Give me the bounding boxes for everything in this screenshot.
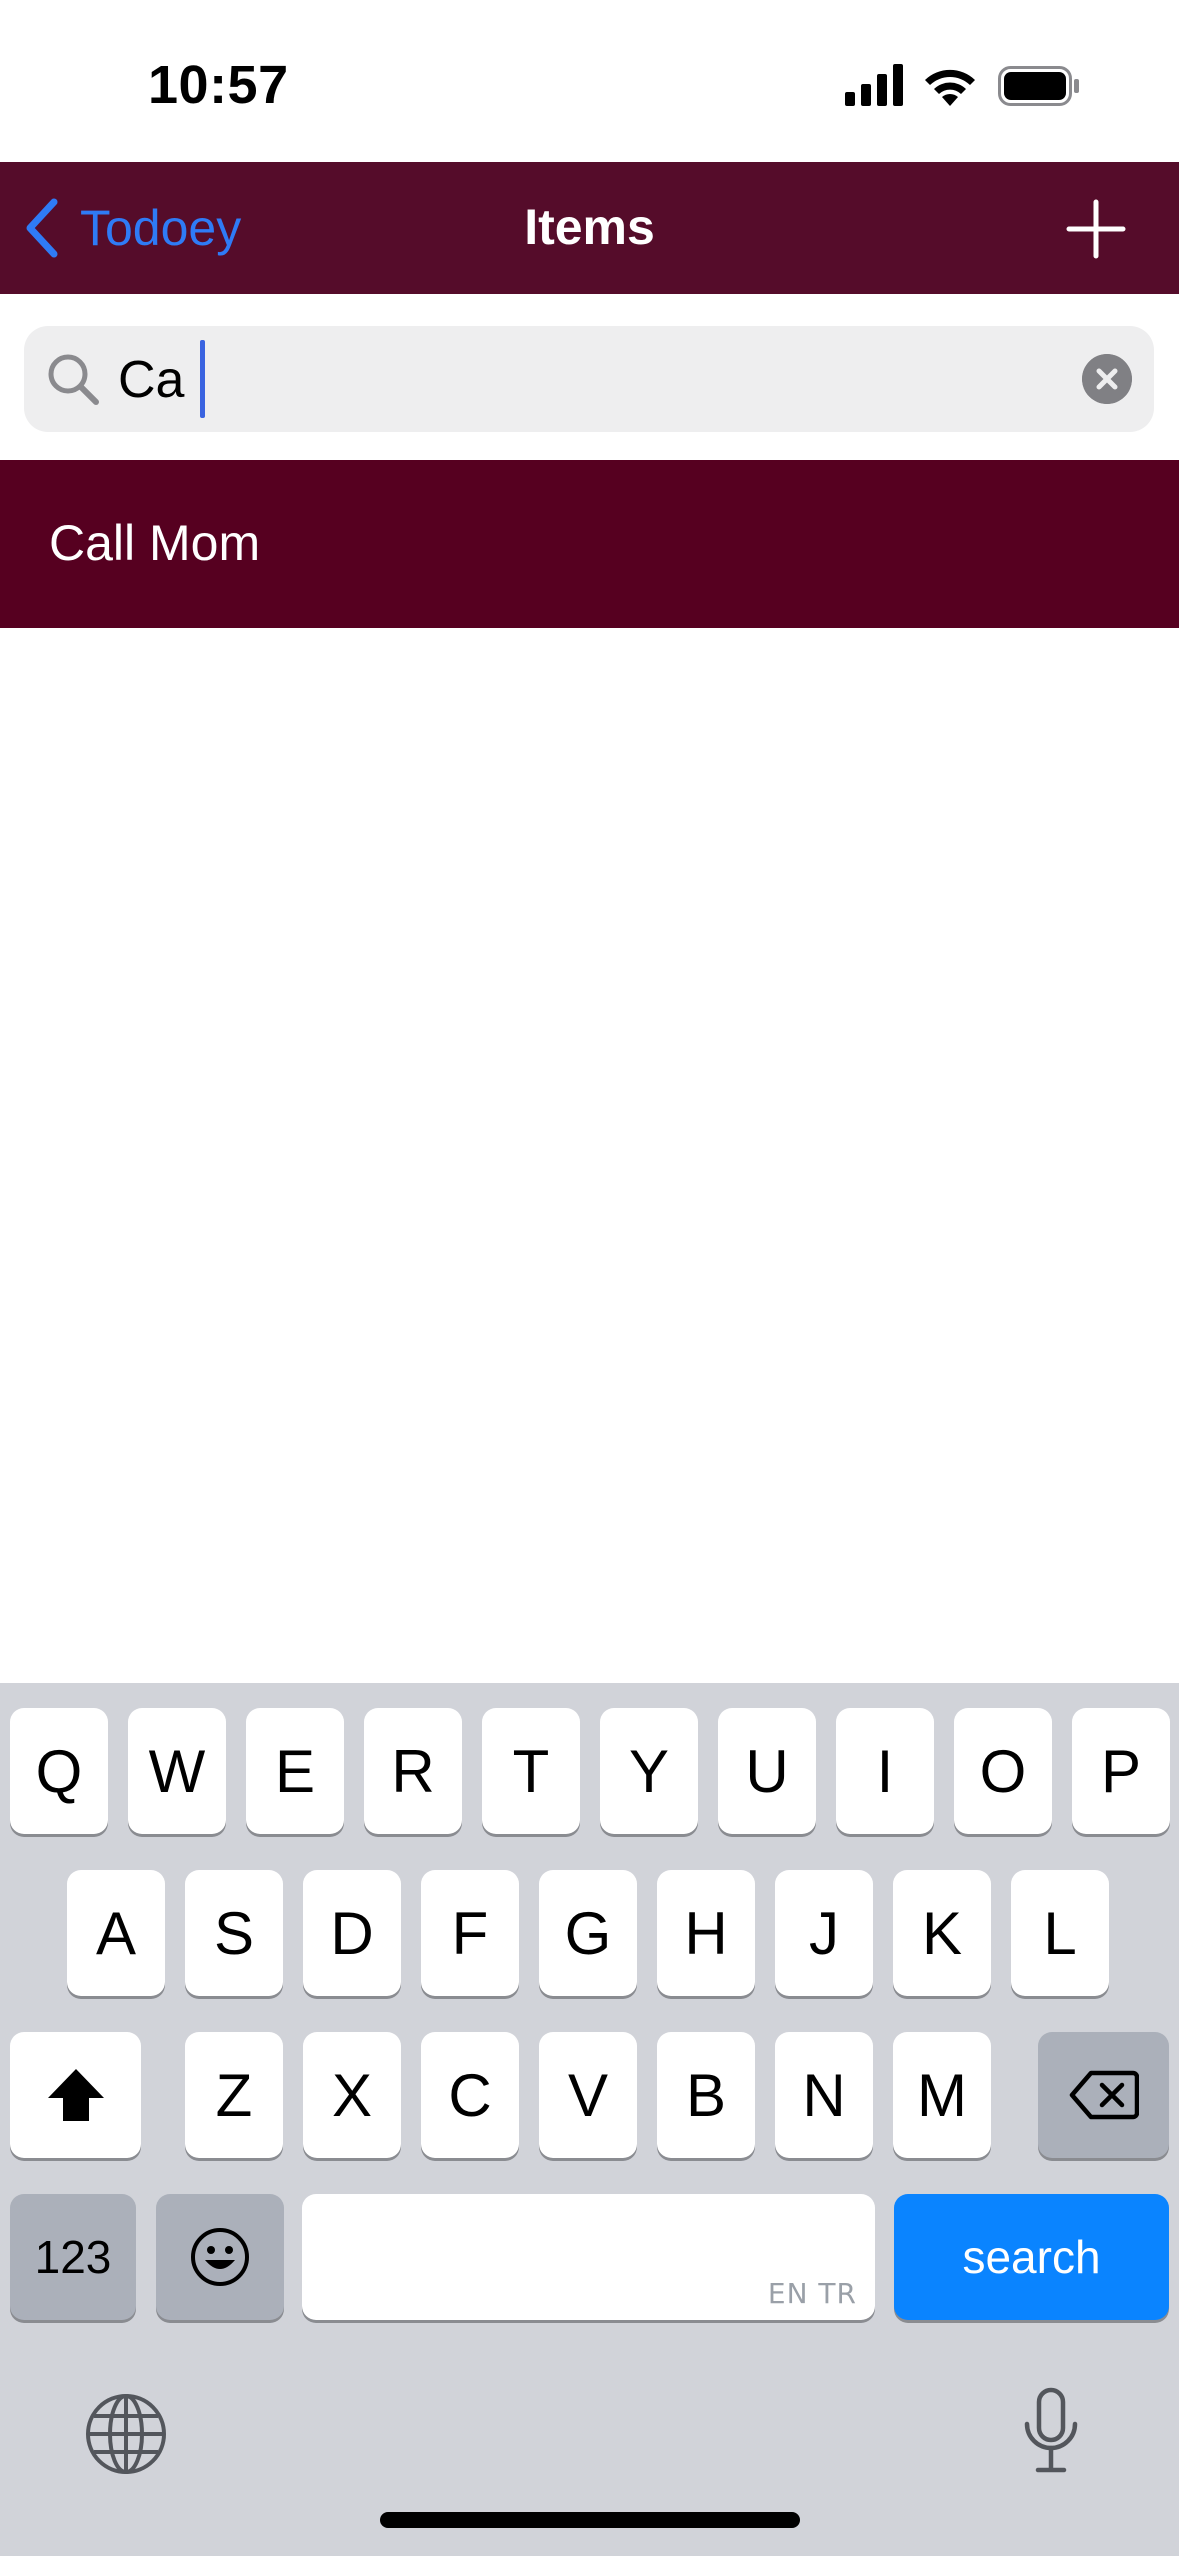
key-s[interactable]: S xyxy=(185,1870,283,1996)
shift-key[interactable] xyxy=(10,2032,141,2158)
key-o[interactable]: O xyxy=(954,1708,1052,1834)
search-bar: Ca xyxy=(0,294,1179,460)
key-y[interactable]: Y xyxy=(600,1708,698,1834)
page-title: Items xyxy=(524,199,655,255)
status-time: 10:57 xyxy=(148,55,289,115)
keyboard: Q W E R T Y U I O P A S D F G H J K L Z … xyxy=(0,1683,1179,2556)
key-a[interactable]: A xyxy=(67,1870,165,1996)
space-language-hint: EN TR xyxy=(767,2277,857,2310)
key-u[interactable]: U xyxy=(718,1708,816,1834)
shift-icon xyxy=(47,2069,104,2121)
list-item-label: Call Mom xyxy=(49,515,261,571)
search-icon xyxy=(48,354,99,405)
key-d[interactable]: D xyxy=(303,1870,401,1996)
screen: 10:57 Todoey Items Ca Call Mom Q W E R T… xyxy=(0,0,1179,2556)
emoji-icon xyxy=(191,2228,249,2286)
key-t[interactable]: T xyxy=(482,1708,580,1834)
key-h[interactable]: H xyxy=(657,1870,755,1996)
key-l[interactable]: L xyxy=(1011,1870,1109,1996)
space-key[interactable]: EN TR xyxy=(302,2194,875,2320)
wifi-icon xyxy=(925,69,975,106)
clear-search-button[interactable] xyxy=(1082,354,1132,404)
key-g[interactable]: G xyxy=(539,1870,637,1996)
key-z[interactable]: Z xyxy=(185,2032,283,2158)
key-f[interactable]: F xyxy=(421,1870,519,1996)
key-n[interactable]: N xyxy=(775,2032,873,2158)
key-w[interactable]: W xyxy=(128,1708,226,1834)
search-field[interactable]: Ca xyxy=(24,326,1154,432)
microphone-icon[interactable] xyxy=(1020,2386,1082,2476)
list-item[interactable]: Call Mom xyxy=(0,460,1179,628)
home-indicator[interactable] xyxy=(380,2512,800,2528)
navigation-bar: Todoey Items xyxy=(0,162,1179,294)
delete-key[interactable] xyxy=(1038,2032,1169,2158)
globe-icon[interactable] xyxy=(84,2392,168,2476)
key-k[interactable]: K xyxy=(893,1870,991,1996)
key-c[interactable]: C xyxy=(421,2032,519,2158)
add-item-button[interactable] xyxy=(1065,198,1127,260)
search-input[interactable]: Ca xyxy=(118,350,184,410)
key-m[interactable]: M xyxy=(893,2032,991,2158)
key-q[interactable]: Q xyxy=(10,1708,108,1834)
battery-icon xyxy=(998,66,1079,106)
key-p[interactable]: P xyxy=(1072,1708,1170,1834)
search-key[interactable]: search xyxy=(894,2194,1169,2320)
key-v[interactable]: V xyxy=(539,2032,637,2158)
key-i[interactable]: I xyxy=(836,1708,934,1834)
key-j[interactable]: J xyxy=(775,1870,873,1996)
key-b[interactable]: B xyxy=(657,2032,755,2158)
delete-icon xyxy=(1069,2070,1139,2120)
key-x[interactable]: X xyxy=(303,2032,401,2158)
key-r[interactable]: R xyxy=(364,1708,462,1834)
numbers-key[interactable]: 123 xyxy=(10,2194,136,2320)
key-e[interactable]: E xyxy=(246,1708,344,1834)
emoji-key[interactable] xyxy=(156,2194,284,2320)
text-caret xyxy=(200,340,205,418)
status-bar: 10:57 xyxy=(0,0,1179,162)
cellular-signal-icon xyxy=(845,64,903,106)
